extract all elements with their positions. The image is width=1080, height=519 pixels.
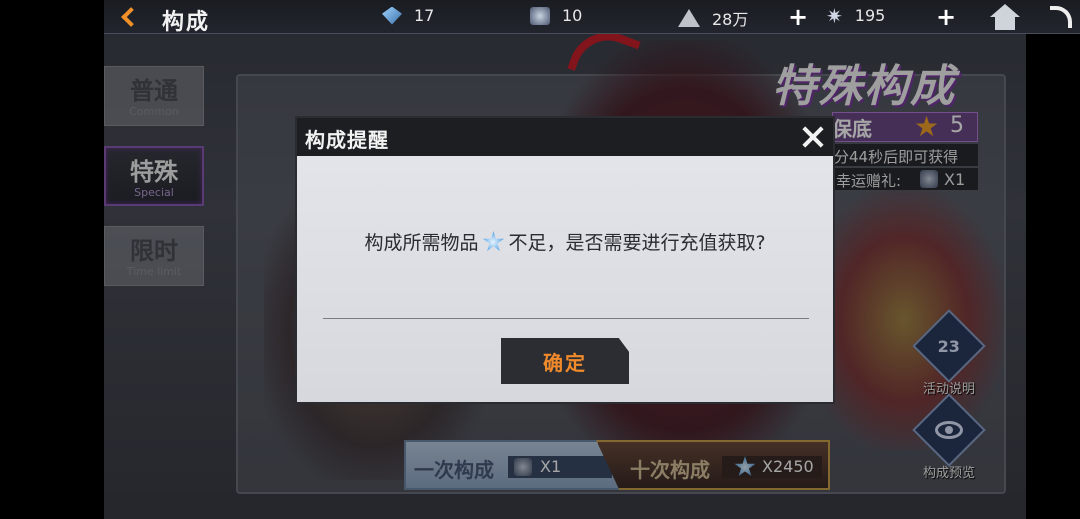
- resource-gem-value: 17: [414, 6, 435, 25]
- resource-core: 10: [530, 6, 582, 25]
- triangle-currency-icon: [678, 9, 700, 27]
- left-letterbox: [0, 0, 104, 519]
- right-letterbox: [1026, 0, 1080, 519]
- star-crystal-icon: ✷: [826, 3, 843, 28]
- home-button[interactable]: [990, 4, 1020, 30]
- core-icon: [530, 6, 550, 25]
- close-button[interactable]: [793, 118, 833, 156]
- dialog-header: 构成提醒: [297, 118, 833, 156]
- dialog-title: 构成提醒: [305, 128, 389, 152]
- dialog-message-before: 构成所需物品: [364, 232, 479, 254]
- add-currency-button[interactable]: +: [788, 3, 808, 31]
- reminder-dialog: 构成提醒 构成所需物品 不足，是否需要进行充值获取? 确定: [295, 116, 835, 404]
- top-bar: 构成 17 10 28万 + ✷ 195 +: [104, 0, 1080, 35]
- close-icon: [802, 126, 824, 148]
- resource-currency-value: 28万: [712, 10, 749, 29]
- page-title: 构成: [162, 10, 211, 35]
- dialog-message-after: 不足，是否需要进行充值获取?: [508, 232, 766, 254]
- chevron-left-icon: [121, 7, 141, 27]
- resource-core-value: 10: [562, 6, 583, 25]
- back-button[interactable]: [112, 4, 150, 30]
- star-crystal-icon: [482, 231, 505, 252]
- confirm-label: 确定: [543, 350, 587, 375]
- dialog-message: 构成所需物品 不足，是否需要进行充值获取?: [297, 228, 833, 255]
- divider: [323, 318, 809, 319]
- confirm-button[interactable]: 确定: [501, 338, 629, 384]
- resource-star: ✷ 195: [826, 3, 886, 28]
- gem-icon: [382, 6, 402, 25]
- resource-currency: 28万: [678, 6, 748, 30]
- resource-star-value: 195: [854, 6, 886, 25]
- resource-gem: 17: [382, 6, 434, 25]
- exit-icon[interactable]: [1050, 6, 1072, 28]
- add-star-button[interactable]: +: [936, 3, 956, 31]
